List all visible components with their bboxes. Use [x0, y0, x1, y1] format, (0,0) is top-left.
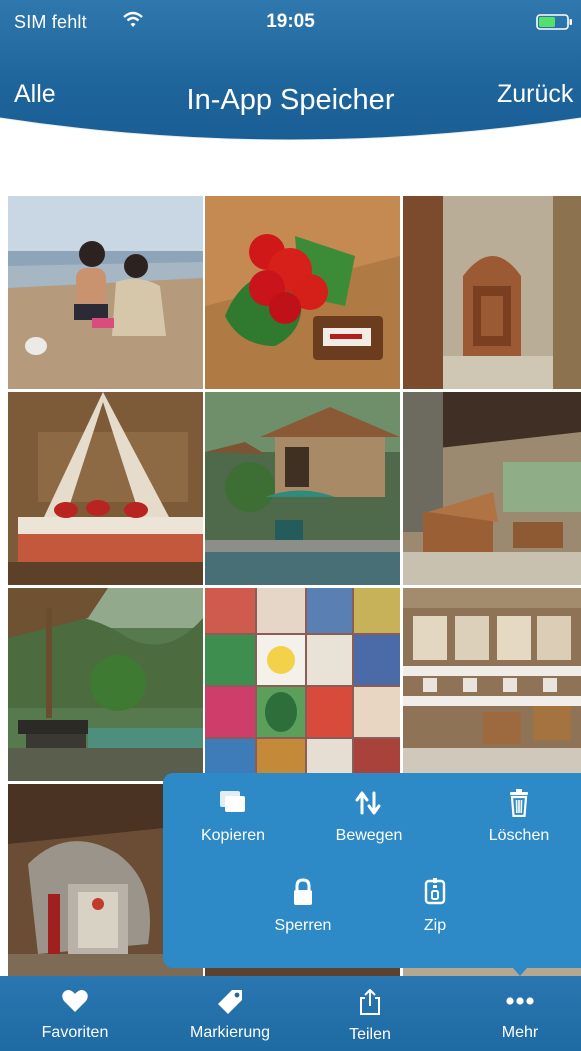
delete-label: Löschen	[488, 827, 550, 844]
zip-label: Zip	[423, 917, 447, 934]
photo-thumbnail[interactable]	[403, 588, 581, 781]
more-dots-icon	[506, 997, 534, 1005]
heart-icon	[62, 990, 88, 1012]
tab-more[interactable]: Mehr	[480, 976, 560, 1051]
tab-favorites[interactable]: Favoriten	[20, 976, 130, 1051]
delete-action[interactable]: Löschen	[469, 789, 569, 845]
share-icon	[360, 989, 380, 1015]
photo-thumbnail[interactable]	[403, 392, 581, 585]
back-button[interactable]: Zurück	[497, 80, 573, 109]
zip-action[interactable]: Zip	[385, 877, 485, 935]
popover-arrow	[506, 960, 534, 976]
move-label: Bewegen	[335, 827, 403, 844]
photo-thumbnail[interactable]	[8, 196, 203, 389]
photo-thumbnail[interactable]	[403, 196, 581, 389]
tab-more-label: Mehr	[501, 1024, 539, 1041]
tab-tag-label: Markierung	[189, 1024, 271, 1041]
status-bar: SIM fehlt 19:05	[0, 0, 581, 40]
zip-icon	[424, 878, 446, 905]
action-menu: Kopieren Bewegen Löschen Sperren Zip	[163, 773, 581, 968]
photo-thumbnail[interactable]	[8, 392, 203, 585]
battery-icon	[536, 14, 572, 30]
tab-share-label: Teilen	[349, 1026, 391, 1043]
lock-label: Sperren	[274, 917, 332, 934]
tab-favorites-label: Favoriten	[41, 1024, 109, 1041]
move-action[interactable]: Bewegen	[319, 789, 419, 845]
lock-icon	[294, 878, 312, 905]
photo-thumbnail[interactable]	[205, 588, 400, 781]
status-time: 19:05	[266, 11, 315, 32]
header-curve	[0, 117, 581, 140]
tab-bar: Favoriten Markierung Teilen Mehr	[0, 976, 581, 1051]
lock-action[interactable]: Sperren	[253, 877, 353, 935]
photo-thumbnail[interactable]	[205, 392, 400, 585]
copy-icon	[220, 791, 245, 812]
tag-icon	[218, 990, 242, 1014]
tab-tag[interactable]: Markierung	[170, 976, 290, 1051]
move-icon	[355, 791, 381, 815]
copy-label: Kopieren	[200, 827, 266, 844]
tab-share[interactable]: Teilen	[330, 976, 410, 1051]
trash-icon	[510, 789, 528, 817]
photo-thumbnail[interactable]	[8, 588, 203, 781]
header: SIM fehlt 19:05 Alle In-App Speicher Zur…	[0, 0, 581, 140]
photo-thumbnail[interactable]	[205, 196, 400, 389]
copy-action[interactable]: Kopieren	[183, 789, 283, 845]
